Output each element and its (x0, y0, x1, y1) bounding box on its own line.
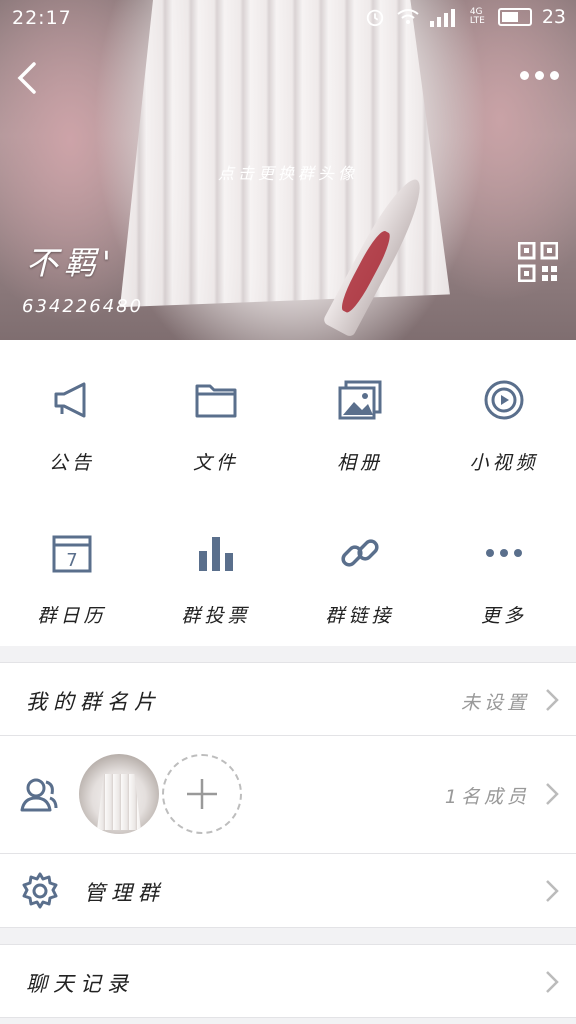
status-time: 22:17 (12, 7, 72, 29)
wifi-icon (397, 9, 419, 24)
action-files[interactable]: 文件 (144, 340, 288, 493)
poll-icon (199, 537, 233, 571)
manage-group-row[interactable]: 管理群 (0, 854, 576, 928)
group-header[interactable]: 22:17 4G LTE 23 点击更换群头像 不羁' 634226480 (0, 0, 576, 340)
action-label: 群日历 (37, 605, 107, 627)
group-actions-grid: 公告 文件 相册 小视频 7 群日历 群投票 群链接 更多 (0, 340, 576, 646)
status-bar: 22:17 4G LTE 23 (0, 0, 576, 36)
album-icon (338, 380, 382, 420)
group-id: 634226480 (22, 296, 144, 317)
network-type: 4G LTE (469, 7, 485, 26)
more-icon (486, 549, 522, 557)
plus-icon (187, 779, 217, 809)
chevron-right-icon (546, 880, 559, 902)
chat-history-row[interactable]: 聊天记录 (0, 944, 576, 1018)
calendar-icon: 7 (52, 535, 92, 573)
member-avatar[interactable] (79, 754, 159, 834)
group-name: 不羁' (26, 244, 117, 282)
status-icons: 4G LTE 23 (364, 6, 566, 28)
chevron-right-icon (546, 783, 559, 805)
calendar-day: 7 (66, 550, 77, 571)
video-icon (484, 380, 524, 420)
folder-icon (195, 384, 237, 418)
action-label: 更多 (480, 605, 527, 627)
action-label: 相册 (336, 452, 383, 474)
action-label: 群链接 (325, 605, 395, 627)
alarm-icon (366, 9, 383, 27)
action-announcement[interactable]: 公告 (0, 340, 144, 493)
members-row[interactable]: 1名成员 (0, 736, 576, 854)
link-icon (341, 539, 379, 567)
manage-group-title: 管理群 (84, 881, 165, 905)
chevron-right-icon (546, 971, 559, 993)
more-options-button[interactable] (520, 60, 562, 90)
action-label: 公告 (48, 452, 95, 474)
add-member-button[interactable] (162, 754, 242, 834)
members-icon (20, 778, 58, 812)
my-group-card-title: 我的群名片 (26, 690, 161, 714)
member-count: 1名成员 (444, 786, 530, 808)
back-button[interactable] (10, 56, 50, 100)
gear-icon (22, 872, 58, 909)
chat-history-title: 聊天记录 (26, 972, 134, 996)
action-group-link[interactable]: 群链接 (288, 493, 432, 646)
change-avatar-hint[interactable]: 点击更换群头像 (0, 160, 576, 184)
qr-code-button[interactable] (518, 242, 558, 282)
chevron-right-icon (546, 689, 559, 711)
action-more[interactable]: 更多 (432, 493, 576, 646)
signal-icon (429, 9, 455, 27)
action-group-poll[interactable]: 群投票 (144, 493, 288, 646)
my-group-card-row[interactable]: 我的群名片 未设置 (0, 662, 576, 736)
megaphone-icon (54, 382, 86, 418)
battery-icon (497, 8, 532, 26)
my-group-card-value: 未设置 (460, 692, 530, 714)
action-label: 小视频 (469, 452, 539, 474)
action-label: 群投票 (181, 605, 251, 627)
action-album[interactable]: 相册 (288, 340, 432, 493)
action-short-video[interactable]: 小视频 (432, 340, 576, 493)
battery-level: 23 (541, 6, 566, 28)
action-group-calendar[interactable]: 7 群日历 (0, 493, 144, 646)
action-label: 文件 (192, 452, 239, 474)
